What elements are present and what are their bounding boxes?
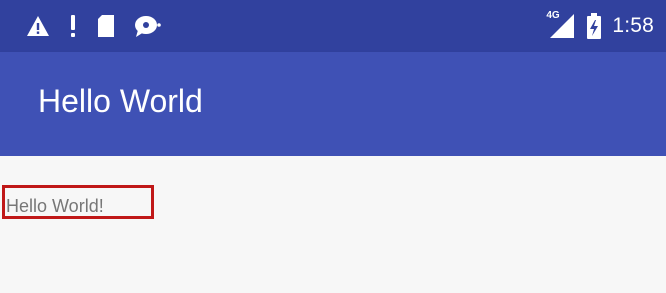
warning-triangle-icon — [26, 15, 50, 37]
app-screen: 4G 1:58 Hello World Hello World! — [0, 0, 666, 293]
sd-card-icon — [96, 14, 116, 38]
main-content: Hello World! — [0, 156, 666, 293]
chat-bubble-icon — [134, 14, 162, 38]
exclamation-icon — [68, 14, 78, 38]
cellular-signal-icon: 4G — [546, 10, 576, 40]
notification-icons — [26, 12, 162, 40]
system-status: 4G 1:58 — [546, 10, 654, 42]
toolbar-title: Hello World — [38, 83, 203, 119]
battery-icon — [586, 12, 602, 40]
app-toolbar: Hello World — [0, 52, 666, 156]
network-type-label: 4G — [546, 10, 560, 21]
hello-world-text: Hello World! — [6, 196, 104, 216]
status-time: 1:58 — [612, 14, 654, 37]
status-bar: 4G 1:58 — [0, 0, 666, 52]
